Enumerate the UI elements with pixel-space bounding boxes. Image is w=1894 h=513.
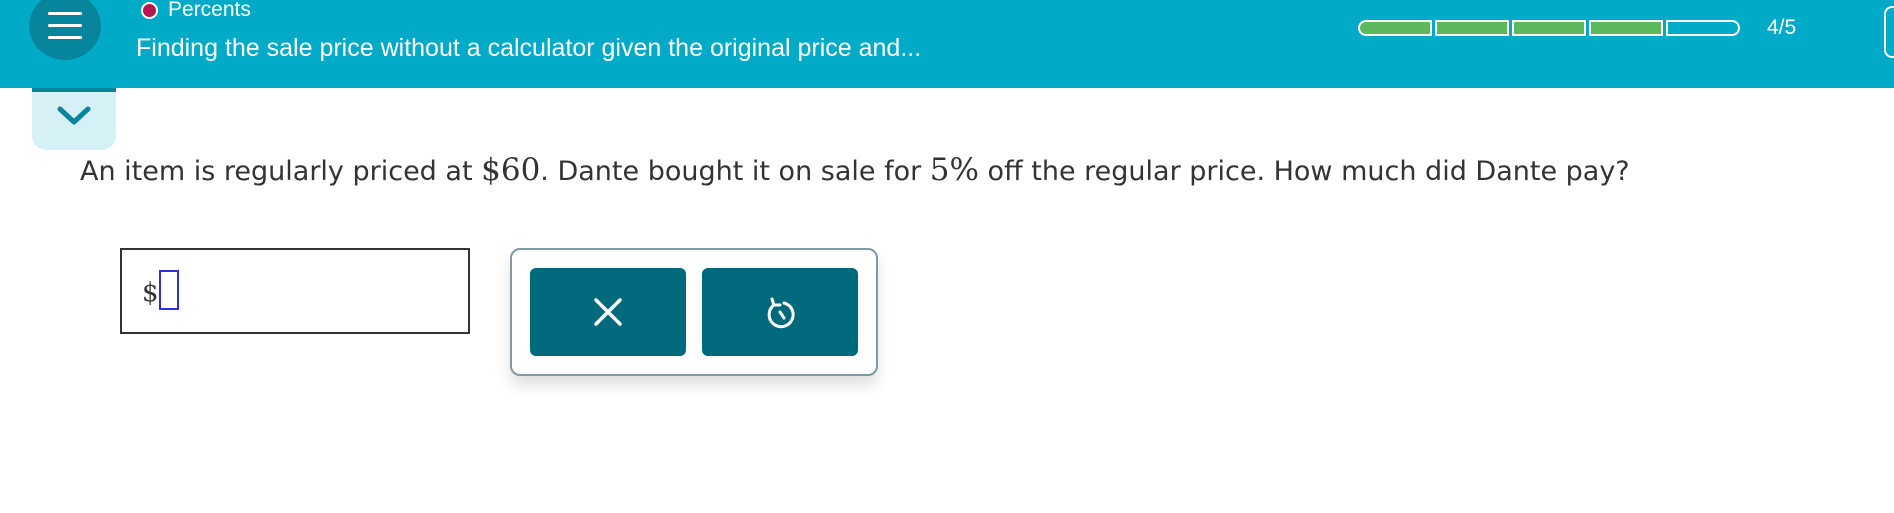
topic-label: Percents — [168, 0, 251, 21]
question-text: An item is regularly priced at $60. Dant… — [80, 152, 1630, 188]
question-text-part: An item is regularly priced at — [80, 156, 482, 187]
progress-segment — [1512, 20, 1586, 36]
discount-percent: 5% — [929, 152, 979, 188]
progress-label: 4/5 — [1767, 16, 1797, 39]
header-bar: Percents Finding the sale price without … — [0, 0, 1894, 88]
hamburger-icon-line — [48, 36, 82, 39]
input-cursor-box[interactable] — [159, 270, 179, 310]
hamburger-icon-line — [48, 12, 82, 15]
lesson-title: Finding the sale price without a calcula… — [136, 34, 922, 62]
hamburger-icon-line — [48, 24, 82, 27]
progress-segment — [1666, 20, 1740, 36]
menu-button[interactable] — [29, 0, 101, 60]
answer-input[interactable]: $ — [120, 248, 470, 334]
question-text-part: . Dante bought it on sale for — [540, 156, 930, 187]
undo-button[interactable] — [702, 268, 858, 356]
progress-segment — [1358, 20, 1432, 36]
topic-row: Percents — [141, 0, 251, 22]
currency-symbol: $ — [142, 278, 159, 308]
progress-bar — [1358, 20, 1740, 36]
clear-button[interactable] — [530, 268, 686, 356]
question-text-part: off the regular price. How much did Dant… — [978, 156, 1630, 187]
side-panel-tab[interactable] — [1884, 6, 1894, 58]
progress-segment — [1589, 20, 1663, 36]
collapse-button[interactable] — [32, 88, 116, 150]
topic-dot-icon — [141, 1, 158, 19]
undo-icon — [767, 297, 795, 329]
chevron-down-icon — [57, 106, 91, 125]
answer-tools-panel — [510, 248, 878, 376]
regular-price: $60 — [481, 152, 541, 188]
progress-segment — [1435, 20, 1509, 36]
x-icon — [594, 298, 622, 326]
